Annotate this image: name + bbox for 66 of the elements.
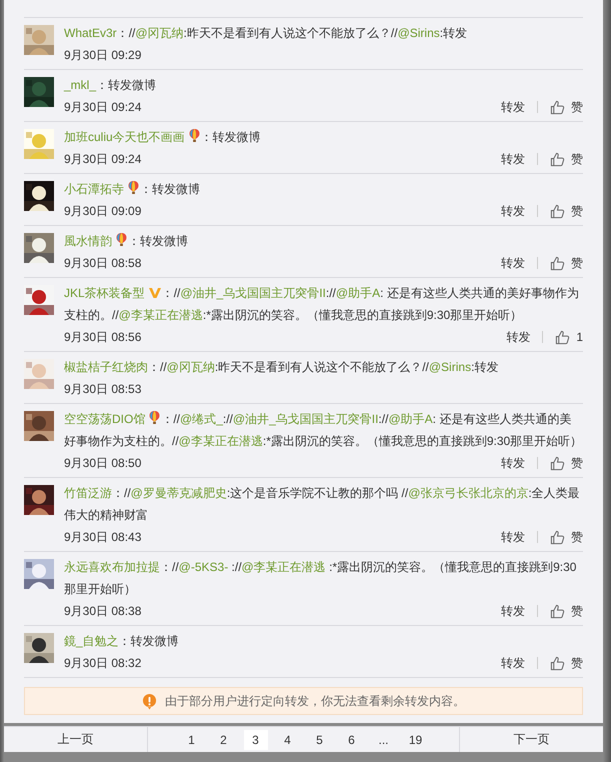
balloon-icon bbox=[188, 128, 201, 143]
next-page-link[interactable]: 下一页 bbox=[460, 731, 603, 748]
timestamp: 9月30日 08:53 bbox=[64, 380, 142, 398]
like-link[interactable]: 赞 bbox=[571, 150, 583, 168]
like-link[interactable]: 1 bbox=[576, 330, 583, 344]
thumbs-up-icon[interactable] bbox=[550, 604, 565, 618]
like-link[interactable]: 赞 bbox=[571, 602, 583, 620]
notice-text: 由于部分用户进行定向转发，你无法查看剩余转发内容。 bbox=[165, 692, 465, 710]
comment-text: 竹笛泛游：//@罗曼蒂克减肥史:这个是音乐学院不让教的那个吗 //@张京弓长张北京的京:全人类最伟大的精神财富 bbox=[64, 485, 581, 524]
balloon-icon bbox=[127, 180, 140, 195]
repost-link[interactable]: 转发 bbox=[501, 202, 525, 220]
like-link[interactable]: 赞 bbox=[571, 98, 583, 116]
timestamp: 9月30日 09:24 bbox=[64, 150, 142, 168]
comment-text: 鏡_自勉之：转发微博 bbox=[64, 633, 180, 650]
repost-link[interactable]: 转发 bbox=[501, 98, 525, 116]
page-link[interactable]: ... bbox=[372, 730, 396, 750]
timestamp: 9月30日 09:29 bbox=[64, 46, 142, 64]
warning-icon bbox=[142, 692, 157, 710]
balloon-icon bbox=[148, 410, 162, 425]
timestamp: 9月30日 09:09 bbox=[64, 202, 142, 220]
page-link[interactable]: 2 bbox=[212, 730, 236, 750]
repost-link[interactable]: 转发 bbox=[501, 254, 525, 272]
repost-link[interactable]: 转发 bbox=[501, 528, 525, 546]
balloon-icon bbox=[115, 232, 128, 247]
page-link[interactable]: 19 bbox=[404, 730, 428, 750]
page-link[interactable]: 6 bbox=[340, 730, 364, 750]
repost-link[interactable]: 转发 bbox=[506, 328, 530, 346]
page-link[interactable]: 5 bbox=[308, 730, 332, 750]
repost-link[interactable]: 转发 bbox=[501, 454, 525, 472]
like-link[interactable]: 赞 bbox=[571, 202, 583, 220]
like-link[interactable]: 赞 bbox=[571, 454, 583, 472]
comment-text: 椒盐桔子红烧肉：//@冈瓦纳:昨天不是看到有人说这个不能放了么？//@Sirins:转发 bbox=[64, 359, 500, 376]
page-link[interactable]: 3 bbox=[244, 730, 268, 750]
thumbs-up-icon[interactable] bbox=[550, 256, 565, 270]
thumbs-up-icon[interactable] bbox=[550, 152, 565, 166]
page-link[interactable]: 4 bbox=[276, 730, 300, 750]
thumbs-up-icon[interactable] bbox=[550, 100, 565, 114]
like-link[interactable]: 赞 bbox=[571, 654, 583, 672]
timestamp: 9月30日 08:43 bbox=[64, 528, 142, 546]
timestamp: 9月30日 08:58 bbox=[64, 254, 142, 272]
repost-link[interactable]: 转发 bbox=[501, 150, 525, 168]
repost-link[interactable]: 转发 bbox=[501, 654, 525, 672]
timestamp: 9月30日 09:24 bbox=[64, 98, 142, 116]
timestamp: 9月30日 08:38 bbox=[64, 602, 142, 620]
comment-text: _mkl_：转发微博 bbox=[64, 77, 158, 94]
comment-text: 加班culiu今天也不画画 ：转发微博 bbox=[64, 127, 262, 146]
timestamp: 9月30日 08:56 bbox=[64, 328, 142, 346]
thumbs-up-icon[interactable] bbox=[555, 330, 570, 344]
like-link[interactable]: 赞 bbox=[571, 528, 583, 546]
comment-text: 風水情韵 ：转发微博 bbox=[64, 231, 189, 250]
repost-link[interactable]: 转发 bbox=[501, 602, 525, 620]
thumbs-up-icon[interactable] bbox=[550, 204, 565, 218]
v-badge-icon bbox=[148, 287, 162, 299]
comment-text: WhatEv3r：//@冈瓦纳:昨天不是看到有人说这个不能放了么？//@Sirins:转发 bbox=[64, 25, 468, 42]
thumbs-up-icon[interactable] bbox=[550, 656, 565, 670]
thumbs-up-icon[interactable] bbox=[550, 530, 565, 544]
thumbs-up-icon[interactable] bbox=[550, 456, 565, 470]
comment-text: 永远喜欢布加拉提：//@-5KS3- ://@李某正在潜逃 :*露出阴沉的笑容。（懂我意思的直接跳到9:30那里开始听） bbox=[64, 559, 578, 598]
comment-text: 小石潭拓寺 ：转发微博 bbox=[64, 179, 201, 198]
page-link[interactable]: 1 bbox=[180, 730, 204, 750]
prev-page-link[interactable]: 上一页 bbox=[4, 731, 147, 748]
comment-text: JKL茶杯装备型 ：//@油井_乌戈国国主兀突骨II://@助手A: 还是有这些人类共通的美好事物作为支柱的。//@李某正在潜逃:*露出阴沉的笑容。（懂我意思的直接跳到9:30那里开始听） bbox=[64, 285, 580, 324]
timestamp: 9月30日 08:32 bbox=[64, 654, 142, 672]
comment-text: 空空荡荡DIO馆 ：//@绻式_://@油井_乌戈国国主兀突骨II://@助手A: 还是有这些人类共通的美好事物作为支柱的。//@李某正在潜逃:*露出阴沉的笑容。（懂我意思的直接跳到9:30那里开始听） bbox=[64, 409, 583, 450]
like-link[interactable]: 赞 bbox=[571, 254, 583, 272]
timestamp: 9月30日 08:50 bbox=[64, 454, 142, 472]
